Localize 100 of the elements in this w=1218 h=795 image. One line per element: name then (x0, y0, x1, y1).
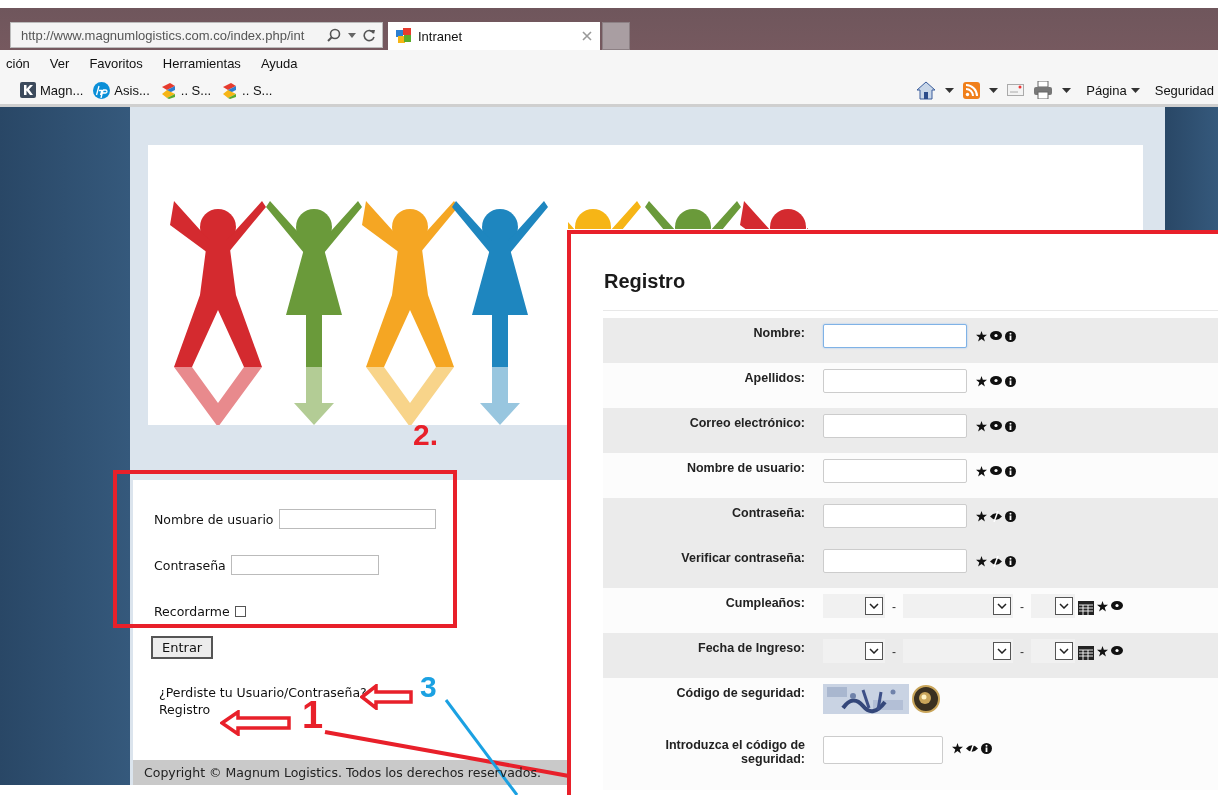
info-icon (1005, 556, 1016, 567)
eye-icon (990, 466, 1002, 475)
info-icon (1005, 466, 1016, 477)
star-icon (1097, 601, 1108, 612)
menu-item[interactable]: Ver (49, 55, 70, 71)
field-label: Fecha de Ingreso: (698, 641, 805, 657)
caret-icon[interactable] (348, 32, 356, 38)
date-select[interactable] (1031, 639, 1075, 663)
info-icon (1005, 511, 1016, 522)
favorite-link[interactable]: Magn... (20, 81, 84, 99)
input-field[interactable] (230, 555, 379, 575)
menu-item[interactable]: ción (6, 55, 30, 71)
field-label: Código de seguridad: (676, 686, 805, 702)
date-select[interactable] (823, 594, 885, 618)
star-icon (952, 743, 963, 754)
star-icon (1097, 646, 1108, 657)
form-title: Registro (603, 269, 687, 294)
info-icon (1005, 376, 1016, 387)
star-icon (976, 466, 987, 477)
eye-icon (1111, 601, 1123, 610)
calendar-icon[interactable] (1078, 646, 1094, 660)
login-button[interactable]: Entrar (151, 636, 214, 659)
field-label: Introduzca el código de seguridad: (664, 738, 805, 768)
step-number: 3 (420, 672, 437, 702)
menu-item[interactable]: Herramientas (162, 55, 241, 71)
date-select[interactable] (903, 594, 1013, 618)
field-label: Nombre: (753, 326, 805, 342)
field-label: Contraseña (154, 557, 226, 573)
star-icon (976, 556, 987, 567)
field-label: Recordarme (154, 603, 230, 619)
k-icon (20, 82, 36, 98)
field-label: Nombre de usuario: (686, 461, 805, 477)
favorite-link[interactable]: .. S... (159, 81, 212, 99)
chevron-icon[interactable] (1059, 648, 1069, 654)
chevron-icon[interactable] (869, 648, 879, 654)
arrow-icon (220, 710, 292, 736)
command-menu[interactable]: Página (1086, 82, 1140, 98)
star-icon (976, 511, 987, 522)
input-field[interactable] (278, 509, 436, 529)
field-label: Contraseña: (732, 506, 805, 522)
input-field[interactable] (823, 459, 967, 483)
browser-tab[interactable]: Intranet (388, 22, 600, 50)
caret-icon[interactable] (989, 87, 999, 93)
hp-icon (93, 81, 111, 99)
caret-icon[interactable] (1130, 87, 1140, 93)
menu-item[interactable]: Favoritos (89, 55, 143, 71)
command-menu[interactable]: Seguridad (1154, 82, 1214, 98)
date-separator: - (1019, 644, 1025, 659)
tab-favicon-icon (396, 28, 412, 44)
star-icon (976, 331, 987, 342)
search-icon[interactable] (327, 28, 341, 42)
input-field[interactable] (823, 369, 967, 393)
input-field[interactable] (823, 504, 967, 528)
field-label: Cumpleaños: (725, 596, 805, 612)
field-label: Correo electrónico: (689, 416, 805, 432)
date-select[interactable] (1031, 594, 1075, 618)
swoosh-icon (221, 81, 239, 99)
field-label: Nombre de usuario (154, 511, 274, 527)
date-separator: - (1019, 599, 1025, 614)
field-label: Verificar contraseña: (681, 551, 805, 567)
link[interactable]: Registro (159, 702, 211, 717)
input-field[interactable] (823, 736, 943, 764)
address-field[interactable]: http://www.magnumlogistics.com.co/index.php/int (10, 22, 383, 48)
step-number: 2. (413, 420, 439, 450)
input-field[interactable] (823, 324, 967, 348)
favorite-link[interactable]: .. S... (221, 81, 273, 99)
info-icon (981, 743, 992, 754)
calendar-icon[interactable] (1078, 601, 1094, 615)
eye-slash-icon (990, 511, 1002, 522)
input-field[interactable] (823, 549, 967, 573)
input-field[interactable] (823, 414, 967, 438)
checkbox[interactable] (234, 605, 246, 617)
chevron-icon[interactable] (869, 603, 879, 609)
refresh-icon[interactable] (363, 28, 376, 42)
date-select[interactable] (903, 639, 1013, 663)
printer-icon[interactable] (1033, 81, 1054, 99)
eye-icon (990, 376, 1002, 385)
chevron-icon[interactable] (997, 603, 1007, 609)
favorite-link[interactable]: Asis... (93, 81, 150, 99)
menu-item[interactable]: Ayuda (260, 55, 298, 71)
chevron-icon[interactable] (997, 648, 1007, 654)
star-icon (976, 421, 987, 432)
caret-icon[interactable] (1062, 87, 1072, 93)
info-icon (1005, 331, 1016, 342)
field-label: Apellidos: (744, 371, 805, 387)
eye-slash-icon (966, 743, 978, 754)
speaker-icon[interactable] (912, 684, 940, 714)
home-icon[interactable] (916, 80, 937, 100)
rss-icon[interactable] (963, 81, 981, 99)
date-separator: - (891, 599, 897, 614)
info-icon (1005, 421, 1016, 432)
address-text: http://www.magnumlogistics.com.co/index.php/int (21, 27, 306, 43)
date-select[interactable] (823, 639, 885, 663)
eye-icon (990, 331, 1002, 340)
star-icon (976, 376, 987, 387)
chevron-icon[interactable] (1059, 603, 1069, 609)
eye-icon (990, 421, 1002, 430)
close-icon[interactable] (582, 31, 592, 41)
caret-icon[interactable] (945, 87, 955, 93)
eye-icon (1111, 646, 1123, 655)
